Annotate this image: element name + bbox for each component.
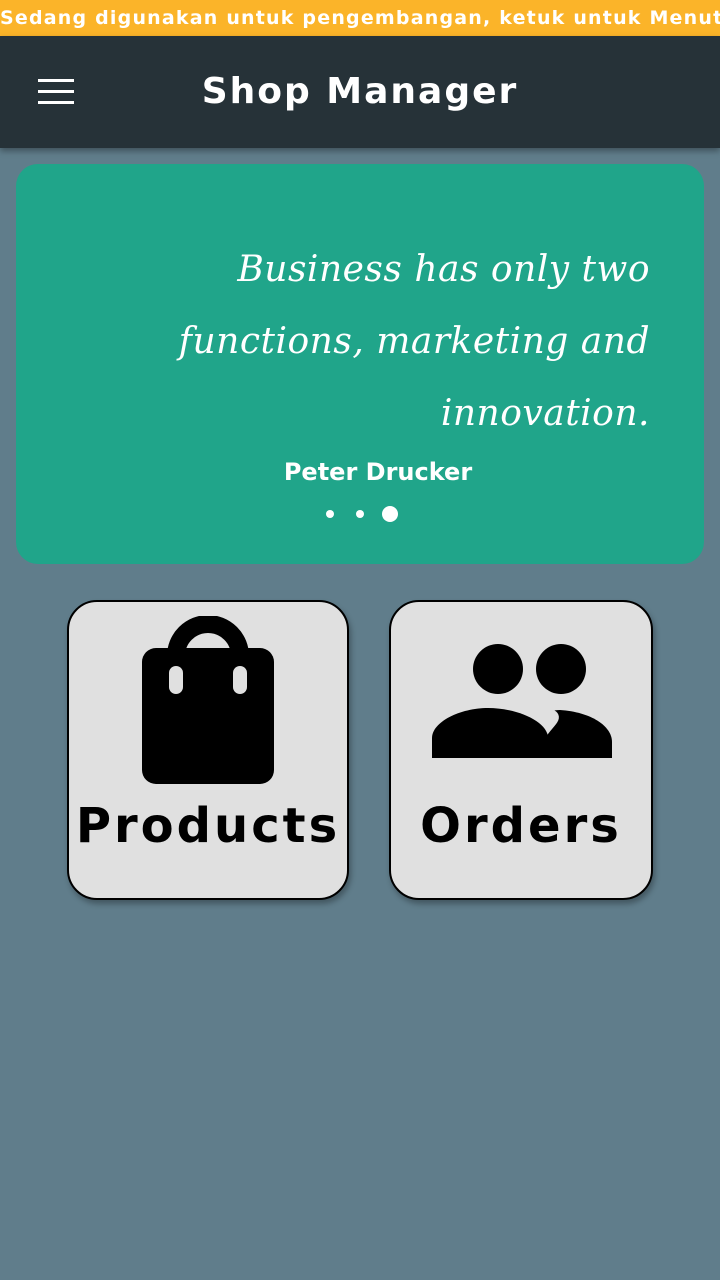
carousel-dot-3-active[interactable] xyxy=(382,506,398,522)
products-label: Products xyxy=(75,798,341,854)
hamburger-menu-icon xyxy=(38,79,74,104)
menu-button[interactable] xyxy=(26,66,86,118)
orders-tile[interactable]: Orders xyxy=(389,600,653,900)
carousel-dot-2[interactable] xyxy=(356,510,364,518)
shopping-bag-icon xyxy=(69,616,347,788)
quote-text: Business has only two functions, marketi… xyxy=(178,249,650,434)
app-title: Shop Manager xyxy=(201,71,519,112)
app-bar: Shop Manager xyxy=(0,36,720,148)
carousel-page-indicator xyxy=(322,504,402,524)
products-tile[interactable]: Products xyxy=(67,600,349,900)
people-group-icon xyxy=(391,640,651,764)
dev-mode-banner[interactable]: Sedang digunakan untuk pengembangan, ket… xyxy=(0,0,720,36)
quote-author: Peter Drucker xyxy=(283,458,473,486)
carousel-dot-1[interactable] xyxy=(326,510,334,518)
orders-label: Orders xyxy=(420,798,622,854)
quote-carousel[interactable]: Business has only two functions, marketi… xyxy=(16,164,704,564)
